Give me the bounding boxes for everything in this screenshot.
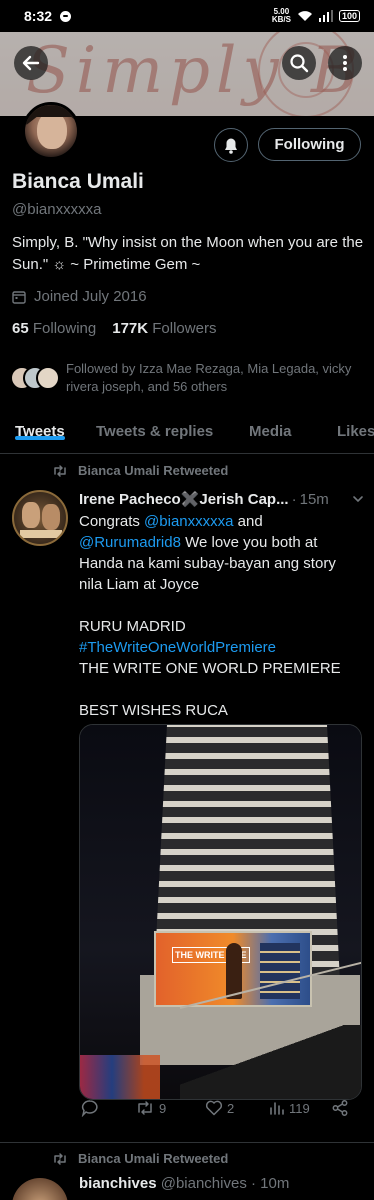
tweet-author-avatar[interactable]	[12, 1178, 68, 1200]
follow-counts: 65 Following 177K Followers	[12, 320, 216, 337]
retweet-indicator-text: Bianca Umali Retweeted	[78, 463, 229, 478]
tweet-time[interactable]: 15m	[300, 491, 329, 508]
tab-tweets[interactable]: Tweets	[15, 410, 65, 440]
followers-count[interactable]: 177K Followers	[112, 320, 216, 337]
network-speed: 5.00 KB/S	[272, 8, 291, 24]
analytics-icon	[270, 1102, 284, 1115]
mention-link[interactable]: @bianxxxxxa	[144, 513, 233, 530]
mention-link[interactable]: @Rurumadrid8	[79, 534, 181, 551]
profile-handle: @bianxxxxxa	[12, 201, 102, 218]
status-time: 8:32	[24, 8, 53, 24]
followers-count-label: Followers	[152, 320, 217, 337]
share-button[interactable]	[331, 1099, 349, 1117]
arrow-left-icon	[22, 55, 40, 71]
tweet-divider	[0, 1142, 374, 1143]
joined-date-text: Joined July 2016	[34, 288, 147, 305]
tweet-header: bianchives @bianchives · 10m	[79, 1175, 290, 1192]
messenger-icon	[60, 10, 72, 22]
search-button[interactable]	[282, 46, 316, 80]
back-button[interactable]	[14, 46, 48, 80]
tweet-author-name[interactable]: Irene Pacheco✖️Jerish Cap...	[79, 490, 289, 508]
retweet-count: 9	[159, 1100, 167, 1116]
tweet-header: Irene Pacheco✖️Jerish Cap... · 15m	[79, 490, 365, 508]
share-icon	[332, 1100, 348, 1116]
view-count: 119	[289, 1100, 310, 1116]
like-count: 2	[227, 1100, 235, 1116]
battery-indicator: 100	[338, 10, 360, 22]
tweet-menu-icon[interactable]	[351, 492, 365, 506]
hashtag-link[interactable]: #TheWriteOneWorldPremiere	[79, 637, 363, 658]
retweet-button[interactable]: 9	[135, 1100, 166, 1116]
reply-icon	[81, 1100, 98, 1117]
retweet-icon	[138, 1101, 152, 1115]
wifi-icon	[297, 11, 312, 21]
retweet-indicator: Bianca Umali Retweeted	[52, 463, 228, 478]
retweet-indicator-text: Bianca Umali Retweeted	[78, 1151, 229, 1166]
following-button[interactable]: Following	[258, 128, 361, 161]
tab-media[interactable]: Media	[249, 410, 292, 440]
views-button[interactable]: 119	[269, 1100, 310, 1116]
heart-icon	[205, 1100, 223, 1116]
tweet-author-name[interactable]: bianchives	[79, 1175, 157, 1192]
following-count-label: Following	[32, 320, 97, 337]
like-button[interactable]: 2	[205, 1100, 234, 1116]
followers-count-value: 177K	[112, 320, 149, 337]
bell-icon	[225, 138, 237, 154]
reply-button[interactable]	[81, 1099, 99, 1117]
retweet-icon	[54, 464, 66, 477]
more-options-button[interactable]	[328, 46, 362, 80]
joined-date: Joined July 2016	[12, 288, 147, 305]
status-bar: 8:32 5.00 KB/S 100	[0, 0, 374, 32]
search-icon	[290, 54, 309, 73]
tweet-image[interactable]: THE WRITE ONE	[79, 724, 362, 1100]
profile-bio: Simply, B. "Why insist on the Moon when …	[12, 234, 364, 273]
followed-by-avatars	[10, 366, 60, 392]
more-vertical-icon	[343, 55, 347, 71]
profile-avatar[interactable]	[22, 102, 80, 160]
calendar-icon	[12, 290, 26, 304]
tweet-time[interactable]: 10m	[260, 1175, 289, 1192]
following-count-value: 65	[12, 320, 29, 337]
tweet-author-avatar[interactable]	[12, 490, 68, 546]
signal-icon	[318, 10, 333, 22]
tab-tweets-replies[interactable]: Tweets & replies	[96, 410, 213, 440]
tweet-text: Congrats @bianxxxxxa and @Rurumadrid8 We…	[79, 511, 363, 721]
following-count[interactable]: 65 Following	[12, 320, 96, 337]
notifications-button[interactable]	[214, 128, 248, 162]
profile-name: Bianca Umali	[12, 170, 144, 193]
retweet-indicator: Bianca Umali Retweeted	[52, 1151, 228, 1166]
retweet-icon	[54, 1152, 66, 1165]
followed-by[interactable]: Followed by Izza Mae Rezaga, Mia Legada,…	[10, 360, 370, 396]
tweet-author-handle: @bianchives	[160, 1175, 247, 1192]
network-speed-unit: KB/S	[271, 15, 291, 24]
profile-tabs: Tweets Tweets & replies Media Likes	[0, 410, 374, 454]
tab-likes[interactable]: Likes	[337, 410, 374, 440]
status-right: 5.00 KB/S 100	[272, 8, 360, 24]
followed-by-text: Followed by Izza Mae Rezaga, Mia Legada,…	[66, 361, 352, 394]
